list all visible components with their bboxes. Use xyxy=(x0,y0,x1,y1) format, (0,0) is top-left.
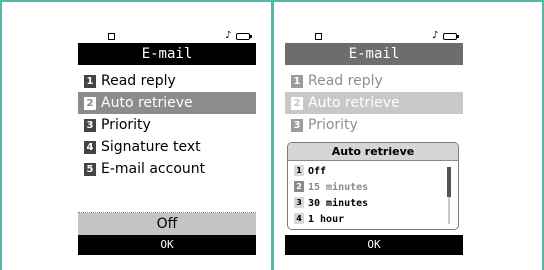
email-menu: 1 Read reply 2 Auto retrieve 3 Priority 4 Si… xyxy=(78,70,256,180)
menu-item-label: Read reply xyxy=(101,73,176,89)
music-note-icon: ♪ xyxy=(432,31,439,41)
option-number: 3 xyxy=(294,197,304,208)
phone-screen-right: ♪ E-mail 1 Read reply 2 Auto retrieve 3 Pri… xyxy=(285,31,463,255)
menu-item-auto-retrieve[interactable]: 2 Auto retrieve xyxy=(78,92,256,114)
option-1-hour[interactable]: 4 1 hour xyxy=(294,212,444,228)
menu-item-email-account[interactable]: 5 E-mail account xyxy=(78,158,256,180)
panel-divider xyxy=(271,2,274,270)
screen-title: E-mail xyxy=(78,43,256,65)
scrollbar-thumb[interactable] xyxy=(447,167,451,197)
option-list: 1 Off 2 15 minutes 3 30 minutes 4 1 hour xyxy=(294,164,444,228)
menu-number: 1 xyxy=(84,75,96,88)
menu-item-label: Auto retrieve xyxy=(101,95,193,111)
signal-icon xyxy=(108,33,115,40)
option-label: 15 minutes xyxy=(308,182,369,193)
menu-item-label: Read reply xyxy=(308,73,383,89)
menu-number: 3 xyxy=(84,119,96,132)
option-label: 30 minutes xyxy=(308,198,369,209)
menu-item-signature-text[interactable]: 4 Signature text xyxy=(78,136,256,158)
ok-softkey[interactable]: OK xyxy=(78,235,256,255)
menu-number: 4 xyxy=(84,141,96,154)
menu-number: 5 xyxy=(84,163,96,176)
menu-item-read-reply[interactable]: 1 Read reply xyxy=(78,70,256,92)
option-number: 1 xyxy=(294,165,304,176)
phone-screen-left: ♪ E-mail 1 Read reply 2 Auto retrieve 3 Pri… xyxy=(78,31,256,255)
current-value: Off xyxy=(78,213,256,235)
menu-item-priority[interactable]: 3 Priority xyxy=(78,114,256,136)
menu-item-read-reply: 1 Read reply xyxy=(285,70,463,92)
option-off[interactable]: 1 Off xyxy=(294,164,444,180)
menu-item-label: Priority xyxy=(308,117,358,133)
popup-title: Auto retrieve xyxy=(288,143,458,161)
menu-number: 2 xyxy=(84,97,96,110)
battery-icon xyxy=(236,33,252,40)
menu-item-label: Signature text xyxy=(101,139,201,155)
auto-retrieve-popup: Auto retrieve 1 Off 2 15 minutes 3 30 minut… xyxy=(287,142,459,230)
signal-icon xyxy=(315,33,322,40)
ok-softkey[interactable]: OK xyxy=(285,235,463,255)
menu-item-label: E-mail account xyxy=(101,161,206,177)
option-label: 1 hour xyxy=(308,214,345,225)
status-bar: ♪ xyxy=(78,31,256,43)
option-number: 2 xyxy=(294,181,304,192)
option-number: 4 xyxy=(294,213,304,224)
menu-item-priority: 3 Priority xyxy=(285,114,463,136)
menu-number: 1 xyxy=(291,75,303,88)
menu-item-label: Priority xyxy=(101,117,151,133)
menu-item-label: Auto retrieve xyxy=(308,95,400,111)
option-15-minutes[interactable]: 2 15 minutes xyxy=(294,180,444,196)
status-bar: ♪ xyxy=(285,31,463,43)
menu-number: 2 xyxy=(291,97,303,110)
email-menu-dimmed: 1 Read reply 2 Auto retrieve 3 Priority xyxy=(285,70,463,136)
music-note-icon: ♪ xyxy=(225,31,232,41)
screen-title: E-mail xyxy=(285,43,463,65)
popup-scrollbar[interactable] xyxy=(447,167,451,224)
battery-icon xyxy=(443,33,459,40)
menu-item-auto-retrieve: 2 Auto retrieve xyxy=(285,92,463,114)
option-label: Off xyxy=(308,166,327,177)
menu-number: 3 xyxy=(291,119,303,132)
option-30-minutes[interactable]: 3 30 minutes xyxy=(294,196,444,212)
